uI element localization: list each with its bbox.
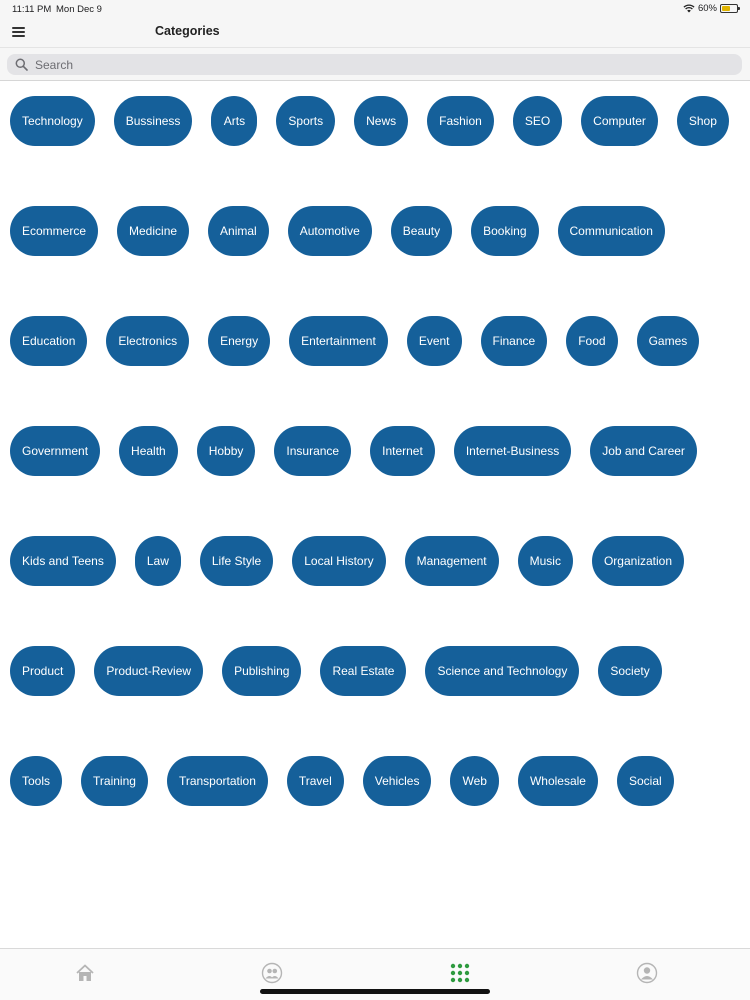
search-bar [0,47,750,81]
category-chip[interactable]: Internet-Business [453,426,572,476]
category-chip[interactable]: Bussiness [113,96,193,146]
category-list: Technology Bussiness Arts Sports News Fashion… [10,96,745,806]
category-chip[interactable]: Music [517,536,573,586]
category-chip[interactable]: Vehicles [362,756,432,806]
category-chip[interactable]: Management [404,536,499,586]
category-chip[interactable]: Real Estate [320,646,407,696]
status-indicators: 60% [683,3,740,14]
battery-percent: 60% [697,3,717,14]
category-chip[interactable]: Government [10,426,101,476]
category-chip[interactable]: Energy [208,316,271,366]
category-chip[interactable]: Automotive [287,206,372,256]
category-chip[interactable]: Local History [292,536,386,586]
category-chip[interactable]: Fashion [427,96,494,146]
category-chip[interactable]: Animal [208,206,269,256]
category-chip[interactable]: Society [598,646,662,696]
category-chip[interactable]: Sports [276,96,336,146]
category-chip[interactable]: Science and Technology [425,646,580,696]
status-bar: 11:11 PM Mon Dec 9 60% [0,0,750,18]
category-chip[interactable]: Entertainment [289,316,388,366]
home-indicator [260,989,490,994]
category-chip[interactable]: Games [636,316,700,366]
category-chip[interactable]: Shop [676,96,729,146]
tab-home-icon[interactable] [74,962,96,984]
category-chip[interactable]: Food [566,316,618,366]
search-icon [15,58,28,71]
wifi-icon [683,4,695,13]
status-time: 11:11 PM [12,4,52,15]
category-chip[interactable]: Insurance [274,426,352,476]
category-chip[interactable]: Education [10,316,88,366]
category-chip[interactable]: Product-Review [94,646,204,696]
category-chip[interactable]: Beauty [390,206,453,256]
category-chip[interactable]: Tools [10,756,63,806]
category-chip[interactable]: Health [119,426,178,476]
category-chip[interactable]: Finance [480,316,548,366]
navigation-bar: Categories [0,18,750,47]
category-chip[interactable]: Communication [557,206,665,256]
category-chip[interactable]: SEO [512,96,563,146]
hamburger-menu-icon[interactable] [11,25,27,39]
category-chip[interactable]: Organization [591,536,685,586]
status-date: Mon Dec 9 [56,4,102,15]
category-chip[interactable]: Medicine [117,206,190,256]
category-chip[interactable]: Electronics [106,316,190,366]
category-chip[interactable]: Social [616,756,674,806]
category-chip[interactable]: Hobby [196,426,256,476]
category-chip[interactable]: Event [406,316,462,366]
category-chip[interactable]: Product [10,646,76,696]
tab-grid-icon[interactable] [449,962,471,984]
category-chip[interactable]: Web [450,756,499,806]
category-chip[interactable]: Job and Career [590,426,697,476]
category-chip[interactable]: Life Style [199,536,274,586]
tab-users-icon[interactable] [261,962,283,984]
category-chip[interactable]: Computer [581,96,658,146]
tab-profile-icon[interactable] [636,962,658,984]
category-chip[interactable]: Internet [370,426,435,476]
category-chip[interactable]: Wholesale [517,756,598,806]
battery-icon [720,4,740,13]
category-chip[interactable]: Training [81,756,148,806]
category-chip[interactable]: Law [134,536,181,586]
category-chip[interactable]: Travel [286,756,344,806]
category-chip[interactable]: Ecommerce [10,206,99,256]
category-chip[interactable]: Kids and Teens [10,536,116,586]
search-input[interactable] [35,56,715,73]
category-chip[interactable]: Transportation [166,756,268,806]
category-chip[interactable]: Technology [10,96,95,146]
page-title: Categories [155,24,220,38]
category-chip[interactable]: News [354,96,409,146]
search-field[interactable] [7,54,742,75]
category-chip[interactable]: Booking [471,206,539,256]
category-chip[interactable]: Arts [211,96,258,146]
battery-level [722,6,731,11]
category-chip[interactable]: Publishing [222,646,302,696]
